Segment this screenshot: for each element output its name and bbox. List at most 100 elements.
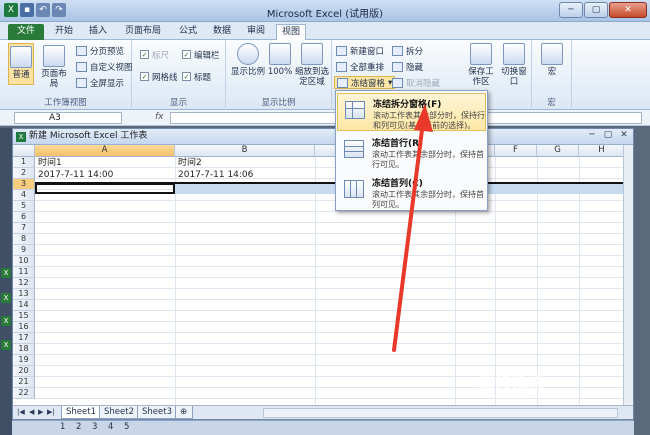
row-header[interactable]: 4 [13, 190, 35, 201]
minimize-button[interactable]: ─ [559, 2, 583, 18]
excel-taskbar-icon[interactable]: X [1, 293, 11, 303]
normal-view-button[interactable]: 普通 [8, 43, 34, 85]
page-number[interactable]: 3 [92, 422, 97, 432]
page-number[interactable]: 4 [108, 422, 113, 432]
name-box[interactable]: A3 [14, 112, 122, 124]
active-cell[interactable] [35, 183, 175, 194]
group-label-show: 显示 [169, 98, 187, 108]
close-button[interactable]: ✕ [609, 2, 647, 18]
zoom-selection-icon [301, 43, 323, 65]
row-header[interactable]: 11 [13, 267, 35, 278]
tab-data[interactable]: 数据 [208, 24, 236, 40]
row-header[interactable]: 7 [13, 223, 35, 234]
minimize-button[interactable]: ─ [585, 130, 599, 142]
row-header[interactable]: 6 [13, 212, 35, 223]
excel-taskbar-icon[interactable]: X [1, 268, 11, 278]
maximize-button[interactable]: ▢ [584, 2, 608, 18]
column-header[interactable]: F [495, 145, 537, 157]
first-sheet-icon[interactable]: |◀ [17, 408, 25, 416]
cell-a1[interactable]: 时间1 [38, 158, 62, 168]
row-header[interactable]: 2 [13, 168, 35, 179]
row-header[interactable]: 22 [13, 388, 35, 399]
ruler-checkbox[interactable]: ✓ 标尺 [140, 48, 169, 61]
row-header[interactable]: 20 [13, 366, 35, 377]
page-layout-icon [43, 45, 65, 67]
fx-icon[interactable]: fx [155, 112, 164, 122]
new-window-button[interactable]: 新建窗口 [336, 44, 384, 57]
switch-windows-button[interactable]: 切换窗口 [498, 43, 530, 87]
new-sheet-icon[interactable]: ⊕ [175, 406, 193, 419]
cell-b1[interactable]: 时间2 [178, 158, 202, 168]
column-header[interactable]: A [35, 145, 175, 157]
column-divider [175, 157, 176, 405]
prev-sheet-icon[interactable]: ◀ [29, 408, 34, 416]
row-header[interactable]: 14 [13, 300, 35, 311]
page-number[interactable]: 1 [60, 422, 65, 432]
excel-taskbar-icon[interactable]: X [1, 316, 11, 326]
sheet-tab-2[interactable]: Sheet2 [99, 406, 139, 419]
freeze-panes-button[interactable]: 冻结窗格 ▾ [334, 76, 396, 89]
freeze-top-row-option[interactable]: 冻结首行(R) 滚动工作表其余部分时，保持首行可见。 [337, 133, 486, 171]
sheet-tab-1[interactable]: Sheet1 [61, 406, 101, 419]
full-screen-button[interactable]: 全屏显示 [76, 76, 124, 89]
tab-insert[interactable]: 插入 [84, 24, 112, 40]
row-header[interactable]: 13 [13, 289, 35, 300]
hide-button[interactable]: 隐藏 [392, 60, 423, 73]
row-header[interactable]: 3 [13, 179, 35, 190]
tab-file[interactable]: 文件 [8, 24, 44, 40]
horizontal-scrollbar[interactable] [263, 408, 618, 418]
custom-views-button[interactable]: 自定义视图 [76, 60, 133, 73]
maximize-button[interactable]: ▢ [601, 130, 615, 142]
tab-page-layout[interactable]: 页面布局 [118, 24, 168, 40]
tab-home[interactable]: 开始 [50, 24, 78, 40]
column-header[interactable]: H [579, 145, 625, 157]
vertical-scrollbar[interactable] [623, 145, 633, 407]
unhide-button[interactable]: 取消隐藏 [392, 76, 440, 89]
zoom-selection-button[interactable]: 缩放到选定区域 [294, 43, 330, 87]
select-all-corner[interactable] [13, 145, 35, 157]
gridlines-checkbox[interactable]: ✓ 网格线 [140, 70, 178, 83]
save-workspace-button[interactable]: 保存工作区 [466, 43, 496, 87]
row-header[interactable]: 16 [13, 322, 35, 333]
tab-review[interactable]: 审阅 [242, 24, 270, 40]
row-header[interactable]: 17 [13, 333, 35, 344]
row-header[interactable]: 15 [13, 311, 35, 322]
cell-a2[interactable]: 2017-7-11 14:00 [38, 170, 113, 180]
cell-b2[interactable]: 2017-7-11 14:06 [178, 170, 253, 180]
row-header[interactable]: 19 [13, 355, 35, 366]
row-header[interactable]: 18 [13, 344, 35, 355]
ruler-check-icon: ✓ [140, 50, 149, 59]
row-header[interactable]: 1 [13, 157, 35, 168]
row-header[interactable]: 9 [13, 245, 35, 256]
freeze-panes-option[interactable]: 冻结拆分窗格(F) 滚动工作表其余部分时，保持行和列可见(基于当前的选择)。 [337, 93, 486, 131]
tab-view[interactable]: 视图 [276, 24, 306, 40]
sheet-tab-3[interactable]: Sheet3 [137, 406, 177, 419]
row-header[interactable]: 5 [13, 201, 35, 212]
headings-checkbox[interactable]: ✓ 标题 [182, 70, 211, 83]
page-number[interactable]: 5 [124, 422, 129, 432]
split-button[interactable]: 拆分 [392, 44, 423, 57]
page-number[interactable]: 2 [76, 422, 81, 432]
freeze-first-column-option[interactable]: 冻结首列(C) 滚动工作表其余部分时，保持首列可见。 [337, 173, 486, 211]
formula-bar-checkbox[interactable]: ✓ 编辑栏 [182, 48, 220, 61]
excel-taskbar-icon[interactable]: X [1, 340, 11, 350]
freeze-top-row-icon [344, 140, 364, 158]
tab-formulas[interactable]: 公式 [174, 24, 202, 40]
split-icon [392, 45, 403, 56]
macros-button[interactable]: 宏 [539, 43, 565, 77]
page-layout-button[interactable]: 页面布局 [38, 45, 70, 89]
row-header[interactable]: 21 [13, 377, 35, 388]
row-header[interactable]: 10 [13, 256, 35, 267]
arrange-all-button[interactable]: 全部重排 [336, 60, 384, 73]
close-button[interactable]: ✕ [617, 130, 631, 142]
column-header[interactable]: G [537, 145, 579, 157]
last-sheet-icon[interactable]: ▶| [47, 408, 55, 416]
zoom-100-button[interactable]: 100% [268, 43, 292, 77]
page-break-button[interactable]: 分页预览 [76, 44, 124, 57]
zoom-button[interactable]: 显示比例 [230, 43, 266, 77]
row-header[interactable]: 8 [13, 234, 35, 245]
next-sheet-icon[interactable]: ▶ [38, 408, 43, 416]
column-header[interactable]: B [175, 145, 315, 157]
spreadsheet-grid[interactable]: A B C D E F G H 123456789101112131415161… [13, 145, 625, 405]
row-header[interactable]: 12 [13, 278, 35, 289]
